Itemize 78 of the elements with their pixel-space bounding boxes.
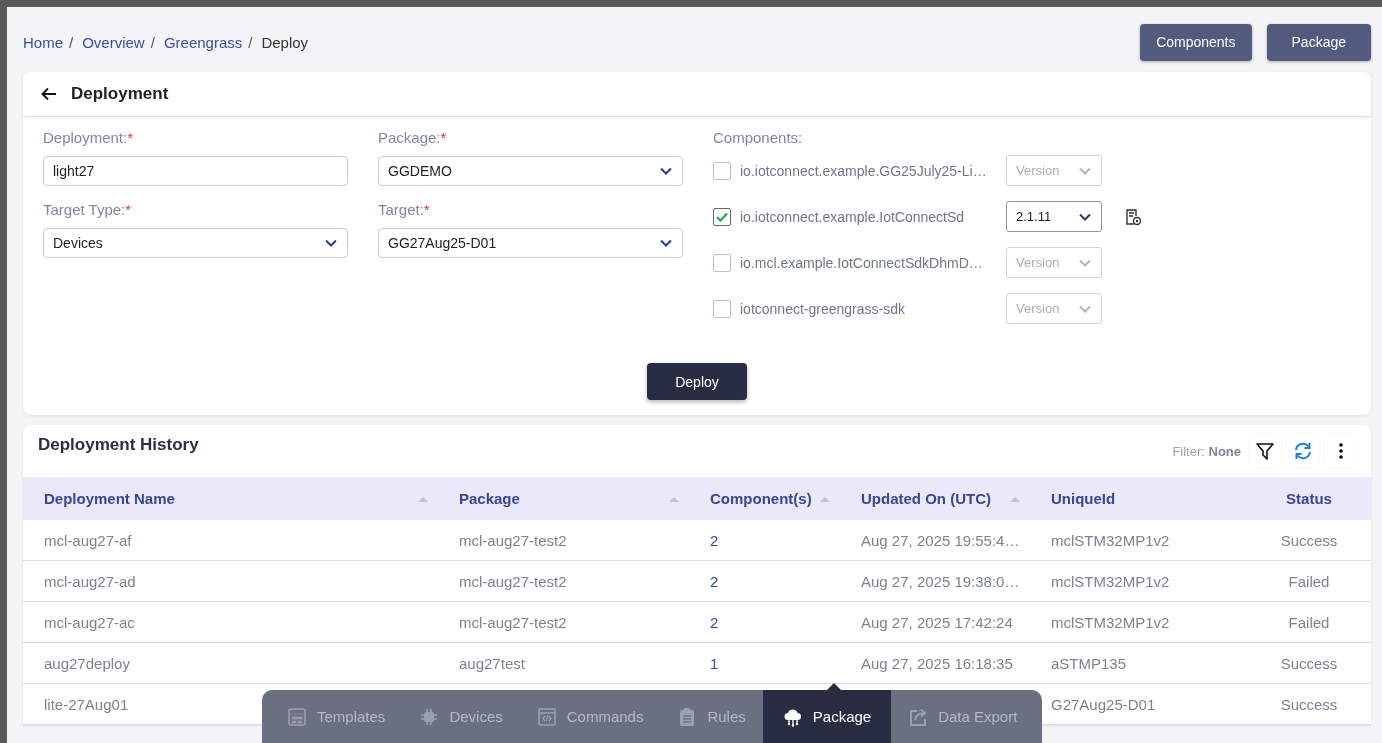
component-name: io.mcl.example.IotConnectSdkDhmD… [740, 254, 984, 271]
count-link[interactable]: 2 [689, 520, 840, 561]
sort-caret-icon[interactable] [820, 495, 830, 502]
breadcrumb-link[interactable]: Overview [82, 33, 145, 51]
table-cell: Aug 27, 2025 19:38:0… [840, 560, 1030, 602]
chip-icon [419, 706, 440, 727]
version-dropdown[interactable]: 2.1.11 [1006, 201, 1102, 232]
table-cell: Aug 27, 2025 16:18:35 [840, 642, 1030, 684]
table-cell: Success [1247, 642, 1371, 684]
component-name: iotconnect-greengrass-sdk [740, 300, 906, 317]
component-name: io.iotconnect.example.IotConnectSd [740, 208, 966, 225]
table-cell: mcl-aug27-af [23, 520, 438, 561]
table-cell: aSTMP135 [1030, 642, 1247, 684]
table-cell: aug27test [438, 642, 689, 684]
checkbox[interactable] [713, 299, 731, 318]
table-cell: Failed [1247, 560, 1371, 602]
count-link[interactable]: 1 [689, 642, 840, 684]
breadcrumb-link[interactable]: Greengrass [163, 33, 243, 51]
breadcrumb-separator: / [248, 33, 253, 51]
table-cell: mcl-aug27-test2 [438, 560, 689, 602]
checkbox[interactable] [713, 161, 731, 180]
code-window-icon [536, 706, 557, 727]
checkbox[interactable] [713, 207, 731, 226]
section-title: Deployment History [38, 435, 200, 455]
column-header[interactable]: Updated On (UTC) [840, 477, 1030, 520]
back-arrow-icon[interactable] [41, 87, 57, 101]
filter-status: Filter: None [1172, 443, 1241, 459]
field-label: Target Type:* [43, 201, 133, 218]
select-dropdown[interactable]: GG27Aug25-D01 [378, 228, 683, 258]
header-button[interactable]: Package [1266, 23, 1371, 61]
column-header: UniqueId [1030, 477, 1247, 520]
filter-button[interactable] [1249, 435, 1281, 467]
table-cell: mclSTM32MP1v2 [1030, 601, 1247, 643]
table-cell: Aug 27, 2025 19:55:4… [840, 520, 1030, 561]
table-cell: Failed [1247, 601, 1371, 643]
refresh-icon [1293, 441, 1313, 461]
export-icon [908, 706, 929, 727]
field-label: Package:* [378, 129, 448, 146]
checkbox[interactable] [713, 253, 731, 272]
components-label: Components: [713, 129, 804, 146]
column-header: Status [1247, 477, 1371, 520]
table-cell: mcl-aug27-ad [23, 560, 438, 602]
breadcrumb-separator: / [69, 33, 74, 51]
select-dropdown[interactable]: GGDEMO [378, 156, 683, 186]
count-link[interactable]: 2 [689, 560, 840, 602]
sort-caret-icon[interactable] [1010, 495, 1020, 502]
sort-caret-icon[interactable] [669, 495, 679, 502]
table-cell: aug27deploy [23, 642, 438, 684]
card-title: Deployment [71, 84, 169, 104]
component-name: io.iotconnect.example.GG25July25-Li… [740, 162, 988, 179]
refresh-button[interactable] [1287, 435, 1319, 467]
more-options-icon [1339, 443, 1343, 459]
table-cell: Aug 27, 2025 17:42:24 [840, 601, 1030, 643]
breadcrumb-separator: / [150, 33, 155, 51]
table-cell: mcl-aug27-test2 [438, 520, 689, 561]
table-cell: mclSTM32MP1v2 [1030, 520, 1247, 561]
table-cell: Success [1247, 683, 1371, 725]
header-button[interactable]: Components [1140, 23, 1252, 61]
deploy-button[interactable]: Deploy [647, 363, 747, 400]
filter-icon [1255, 441, 1275, 461]
table-cell: mcl-aug27-test2 [438, 601, 689, 643]
settings-icon[interactable] [1124, 207, 1142, 226]
breadcrumb-link[interactable]: Home [23, 33, 63, 51]
table-cell: Success [1247, 520, 1371, 561]
column-header[interactable]: Component(s) [689, 477, 840, 520]
table-cell: mcl-aug27-ac [23, 601, 438, 643]
sort-caret-icon[interactable] [418, 495, 428, 502]
table-cell: mclSTM32MP1v2 [1030, 560, 1247, 602]
column-header[interactable]: Deployment Name [23, 477, 438, 520]
more-options-button[interactable] [1325, 435, 1357, 467]
field-label: Target:* [378, 201, 431, 218]
template-icon [287, 706, 307, 727]
field-label: Deployment:* [43, 129, 135, 146]
count-link[interactable]: 2 [689, 601, 840, 643]
text-input[interactable]: light27 [43, 156, 348, 186]
select-dropdown[interactable]: Devices [43, 228, 348, 258]
column-header[interactable]: Package [438, 477, 689, 520]
breadcrumb-current: Deploy [261, 33, 309, 51]
